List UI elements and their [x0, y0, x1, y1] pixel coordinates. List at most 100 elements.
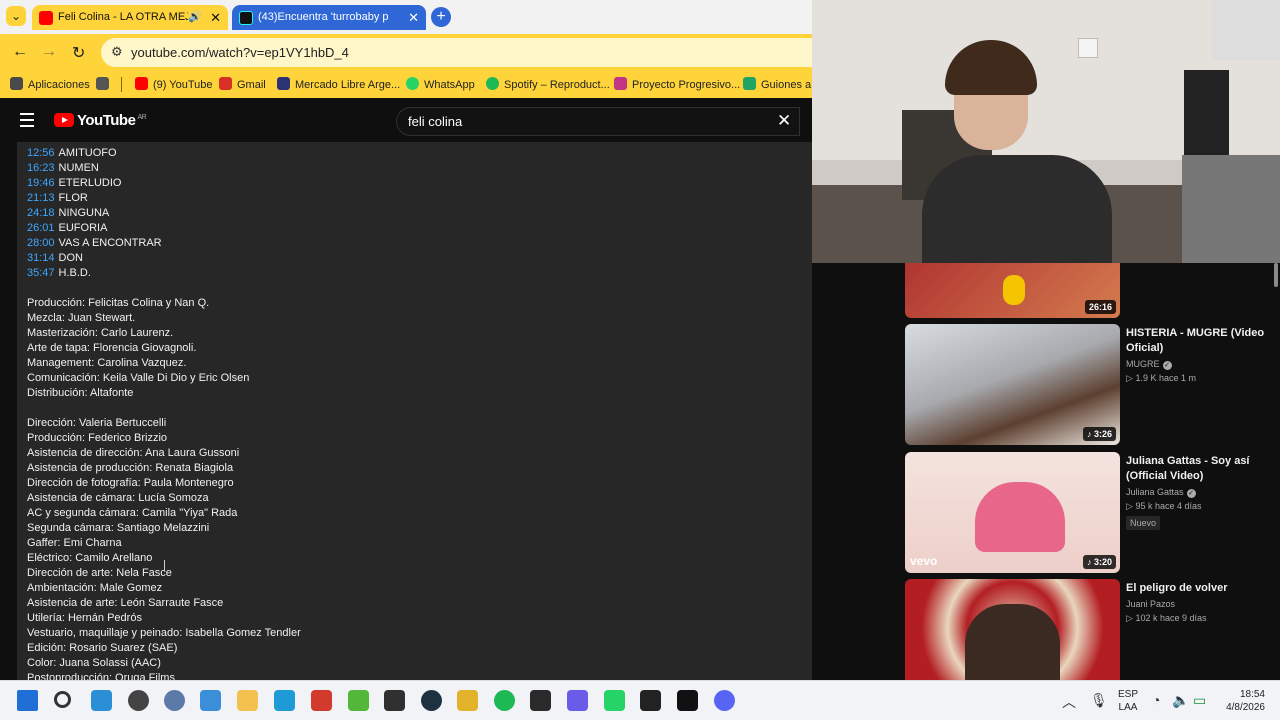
language-indicator[interactable]: ESP LAA — [1118, 688, 1138, 714]
timestamp-link[interactable]: 12:56 — [27, 147, 55, 159]
youtube-play-icon — [54, 113, 74, 127]
microphone-icon[interactable]: 🎙 — [1090, 692, 1108, 709]
bookmark-separator — [121, 77, 122, 92]
webcam-poster — [1182, 155, 1280, 263]
timestamp-link[interactable]: 31:14 — [27, 252, 55, 264]
bookmark-spotify[interactable]: Spotify – Reproduct... — [486, 77, 610, 91]
track-title: DON — [58, 252, 83, 264]
channel-name[interactable]: MUGRE ✓ — [1126, 358, 1276, 371]
tray-chevron-icon[interactable]: ︿ — [1062, 692, 1076, 712]
hamburger-menu-icon[interactable] — [20, 113, 34, 131]
site-info-icon[interactable]: ⚙ — [111, 44, 123, 60]
speaker-icon[interactable]: 🔊 — [188, 5, 202, 30]
grid-icon[interactable] — [96, 77, 114, 91]
tab-search-menu-icon[interactable]: ⌄ — [6, 6, 26, 26]
timestamp-link[interactable]: 16:23 — [27, 162, 55, 174]
b-app-icon[interactable] — [128, 690, 149, 711]
reload-icon[interactable]: ↻ — [72, 43, 85, 63]
close-tab-icon[interactable]: ✕ — [210, 5, 221, 30]
video-title[interactable]: El peligro de volver — [1126, 581, 1276, 596]
obs-icon[interactable] — [384, 690, 405, 711]
capcut-icon[interactable] — [677, 690, 698, 711]
video-title[interactable]: HISTERIA - MUGRE (Video Oficial) — [1126, 326, 1276, 356]
channel-name[interactable]: Juani Pazos — [1126, 598, 1276, 611]
battery-icon[interactable]: ▭ — [1193, 692, 1206, 709]
video-thumbnail[interactable] — [905, 579, 1120, 680]
windows-start-icon[interactable] — [17, 690, 38, 711]
video-title[interactable]: Juliana Gattas - Soy así (Official Video… — [1126, 454, 1276, 484]
sidebar-scrollbar[interactable] — [1272, 263, 1280, 680]
scrollbar-thumb[interactable] — [1274, 263, 1278, 287]
file-explorer-icon[interactable] — [237, 690, 258, 711]
timestamp-link[interactable]: 21:13 — [27, 192, 55, 204]
copilot-icon[interactable] — [91, 690, 112, 711]
whatsapp-taskbar-icon[interactable] — [604, 690, 625, 711]
timestamp-link[interactable]: 19:46 — [27, 177, 55, 189]
bookmark-guiones[interactable]: Guiones a fi — [743, 77, 820, 91]
red-app-icon[interactable] — [311, 690, 332, 711]
bookmark-whatsapp[interactable]: WhatsApp — [406, 77, 475, 91]
back-icon[interactable]: ← — [12, 43, 28, 61]
video-thumbnail[interactable]: 26:16 — [905, 263, 1120, 318]
webcam-overlay — [812, 0, 1280, 263]
webcam-person-body — [922, 155, 1112, 263]
tiktok-favicon-icon — [239, 11, 253, 25]
bookmark-mercadolibre[interactable]: Mercado Libre Arge... — [277, 77, 400, 91]
diamond-app-icon[interactable] — [567, 690, 588, 711]
forward-icon[interactable]: → — [41, 43, 57, 61]
youtube-favicon-icon — [39, 11, 53, 25]
timestamp-link[interactable]: 28:00 — [27, 237, 55, 249]
clear-search-icon[interactable]: ✕ — [777, 111, 791, 131]
channel-name[interactable]: Juliana Gattas ✓ — [1126, 486, 1276, 499]
torrent-icon[interactable] — [348, 690, 369, 711]
bolt-app-icon[interactable] — [274, 690, 295, 711]
youtube-search-box[interactable]: feli colina ✕ — [396, 107, 800, 136]
volume-icon[interactable]: 🔈 — [1172, 692, 1189, 709]
mercadolibre-icon — [277, 77, 290, 90]
bookmark-proyecto[interactable]: Proyecto Progresivo... — [614, 77, 740, 91]
search-input[interactable]: feli colina — [408, 114, 462, 129]
video-thumbnail[interactable]: ♪ 3:26 — [905, 324, 1120, 445]
tab-tiktok[interactable]: (43)Encuentra 'turrobaby perrad' ✕ — [232, 5, 426, 30]
address-bar[interactable]: ⚙ youtube.com/watch?v=ep1VY1hbD_4 — [101, 38, 821, 67]
spotify-taskbar-icon[interactable] — [494, 690, 515, 711]
tracklist-item: 24:18 NINGUNA — [27, 206, 301, 221]
timestamp-link[interactable]: 35:47 — [27, 267, 55, 279]
video-thumbnail[interactable]: vevo ♪ 3:20 — [905, 452, 1120, 573]
track-title: NINGUNA — [58, 207, 110, 219]
video-duration: ♪ 3:26 — [1082, 427, 1116, 441]
settings-icon[interactable] — [164, 690, 185, 711]
photos-icon[interactable] — [200, 690, 221, 711]
youtube-logo[interactable]: YouTube AR — [54, 112, 147, 129]
bookmark-gmail[interactable]: Gmail — [219, 77, 266, 91]
credit-line: Asistencia de cámara: Lucía Somoza — [27, 492, 209, 504]
credit-line: Dirección de fotografía: Paula Montenegr… — [27, 477, 234, 489]
text-cursor — [164, 560, 167, 571]
close-tab-icon[interactable]: ✕ — [408, 5, 419, 30]
timestamp-link[interactable]: 26:01 — [27, 222, 55, 234]
vevo-logo: vevo — [910, 554, 938, 568]
webcam-ac-unit — [1078, 38, 1098, 58]
discord-icon[interactable] — [714, 690, 735, 711]
tracklist-item: 28:00 VAS A ENCONTRAR — [27, 236, 301, 251]
oa-app-icon[interactable] — [640, 690, 661, 711]
ae-style-icon[interactable] — [421, 690, 442, 711]
wifi-icon[interactable]: ◔ — [1152, 692, 1160, 708]
verified-icon: ✓ — [1186, 489, 1196, 498]
clock[interactable]: 18:54 4/8/2026 — [1225, 688, 1265, 714]
chrome-icon[interactable] — [457, 690, 478, 711]
ad-app-icon[interactable] — [530, 690, 551, 711]
browser-toolbar: ← → ↻ ⚙ youtube.com/watch?v=ep1VY1hbD_4 — [0, 34, 821, 70]
bookmark-youtube[interactable]: (9) YouTube — [135, 77, 213, 91]
video-meta: ▷ 1.9 K hace 1 m — [1126, 373, 1196, 383]
credit-line: Ambientación: Male Gomez — [27, 582, 163, 594]
search-icon[interactable] — [54, 691, 71, 708]
bookmark-aplicaciones[interactable]: Aplicaciones — [10, 77, 90, 91]
timestamp-link[interactable]: 24:18 — [27, 207, 55, 219]
new-tab-button[interactable]: + — [431, 7, 451, 27]
tab-youtube[interactable]: Feli Colina - LA OTRA MEJILLA 🔊 ✕ — [32, 5, 228, 30]
url-text[interactable]: youtube.com/watch?v=ep1VY1hbD_4 — [131, 45, 349, 60]
video-meta: ▷ 102 k hace 9 días — [1126, 613, 1207, 623]
tracklist-item: 21:13 FLOR — [27, 191, 301, 206]
